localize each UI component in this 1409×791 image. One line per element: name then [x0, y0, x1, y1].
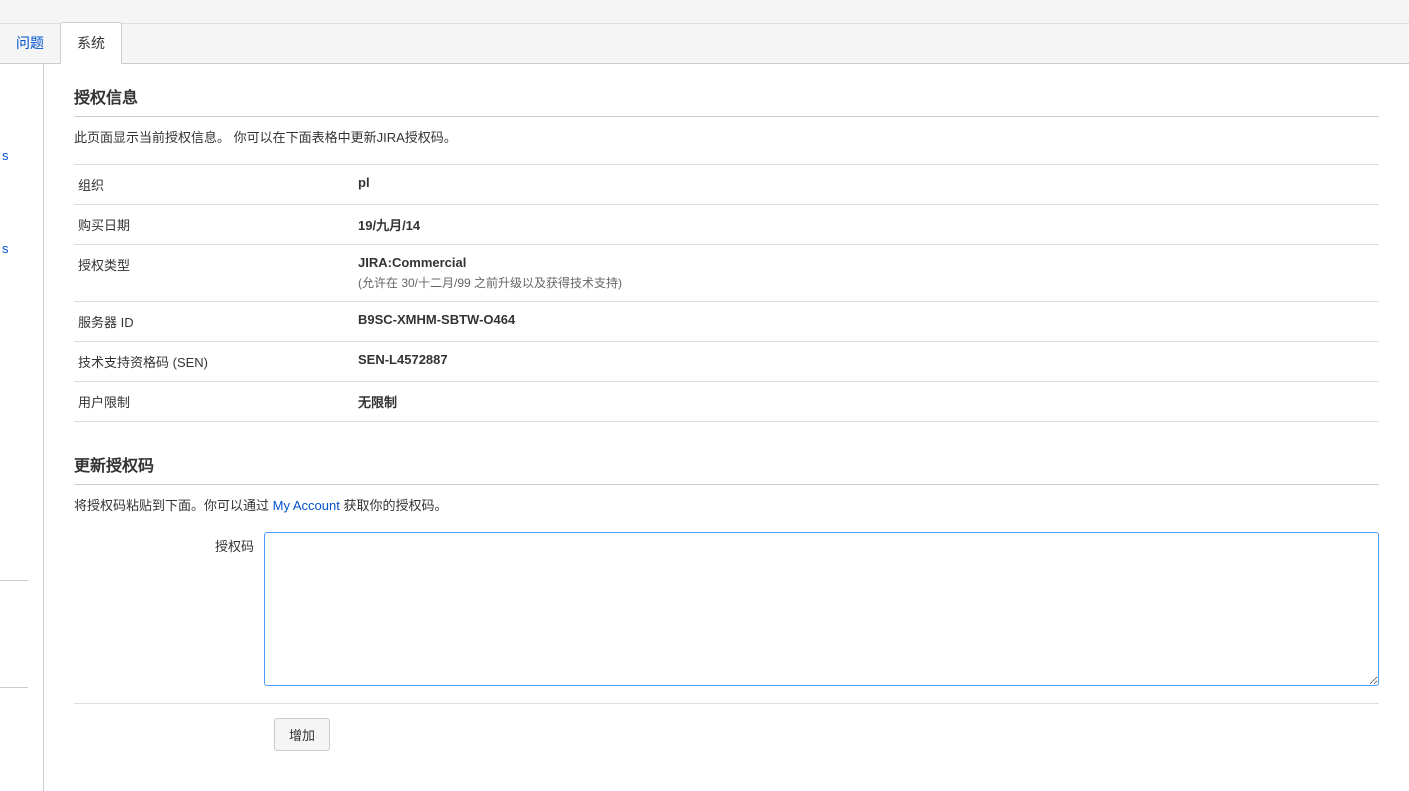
user-limit-label: 用户限制 — [74, 382, 354, 422]
update-license-heading: 更新授权码 — [74, 452, 1379, 485]
license-info-description: 此页面显示当前授权信息。 你可以在下面表格中更新JIRA授权码。 — [74, 127, 1379, 146]
sidebar-divider — [0, 580, 28, 581]
sidebar-item-2[interactable]: s — [0, 237, 43, 260]
update-license-description: 将授权码粘贴到下面。你可以通过 My Account 获取你的授权码。 — [74, 495, 1379, 514]
table-row: 组织 pl — [74, 165, 1379, 205]
purchase-date-label: 购买日期 — [74, 205, 354, 245]
tab-system[interactable]: 系统 — [60, 22, 122, 64]
license-type-label: 授权类型 — [74, 245, 354, 302]
desc-prefix: 将授权码粘贴到下面。你可以通过 — [74, 498, 273, 513]
table-row: 技术支持资格码 (SEN) SEN-L4572887 — [74, 342, 1379, 382]
desc-suffix: 获取你的授权码。 — [340, 498, 448, 513]
license-type-text: JIRA:Commercial — [358, 255, 466, 270]
table-row: 购买日期 19/九月/14 — [74, 205, 1379, 245]
sidebar: s s — [0, 64, 44, 791]
license-type-note: (允许在 30/十二月/99 之前升级以及获得技术支持) — [358, 274, 1375, 291]
license-key-textarea[interactable] — [264, 532, 1379, 686]
license-key-label: 授权码 — [74, 532, 264, 555]
server-id-label: 服务器 ID — [74, 302, 354, 342]
license-type-value: JIRA:Commercial (允许在 30/十二月/99 之前升级以及获得技… — [354, 245, 1379, 302]
add-button[interactable]: 增加 — [274, 718, 330, 751]
license-info-heading: 授权信息 — [74, 84, 1379, 117]
server-id-value: B9SC-XMHM-SBTW-O464 — [354, 302, 1379, 342]
top-bar — [0, 0, 1409, 24]
org-value: pl — [354, 165, 1379, 205]
table-row: 服务器 ID B9SC-XMHM-SBTW-O464 — [74, 302, 1379, 342]
sen-label: 技术支持资格码 (SEN) — [74, 342, 354, 382]
my-account-link[interactable]: My Account — [273, 498, 340, 513]
form-divider — [74, 703, 1379, 704]
user-limit-value: 无限制 — [354, 382, 1379, 422]
tab-bar: 问题 系统 — [0, 24, 1409, 64]
sen-value: SEN-L4572887 — [354, 342, 1379, 382]
sidebar-item-1[interactable]: s — [0, 144, 43, 167]
main-content: 授权信息 此页面显示当前授权信息。 你可以在下面表格中更新JIRA授权码。 组织… — [44, 64, 1409, 791]
table-row: 授权类型 JIRA:Commercial (允许在 30/十二月/99 之前升级… — [74, 245, 1379, 302]
table-row: 用户限制 无限制 — [74, 382, 1379, 422]
org-label: 组织 — [74, 165, 354, 205]
purchase-date-value: 19/九月/14 — [354, 205, 1379, 245]
license-key-row: 授权码 — [74, 532, 1379, 689]
sidebar-divider-2 — [0, 687, 28, 688]
tab-issues[interactable]: 问题 — [0, 23, 60, 63]
license-info-table: 组织 pl 购买日期 19/九月/14 授权类型 JIRA:Commercial… — [74, 164, 1379, 422]
